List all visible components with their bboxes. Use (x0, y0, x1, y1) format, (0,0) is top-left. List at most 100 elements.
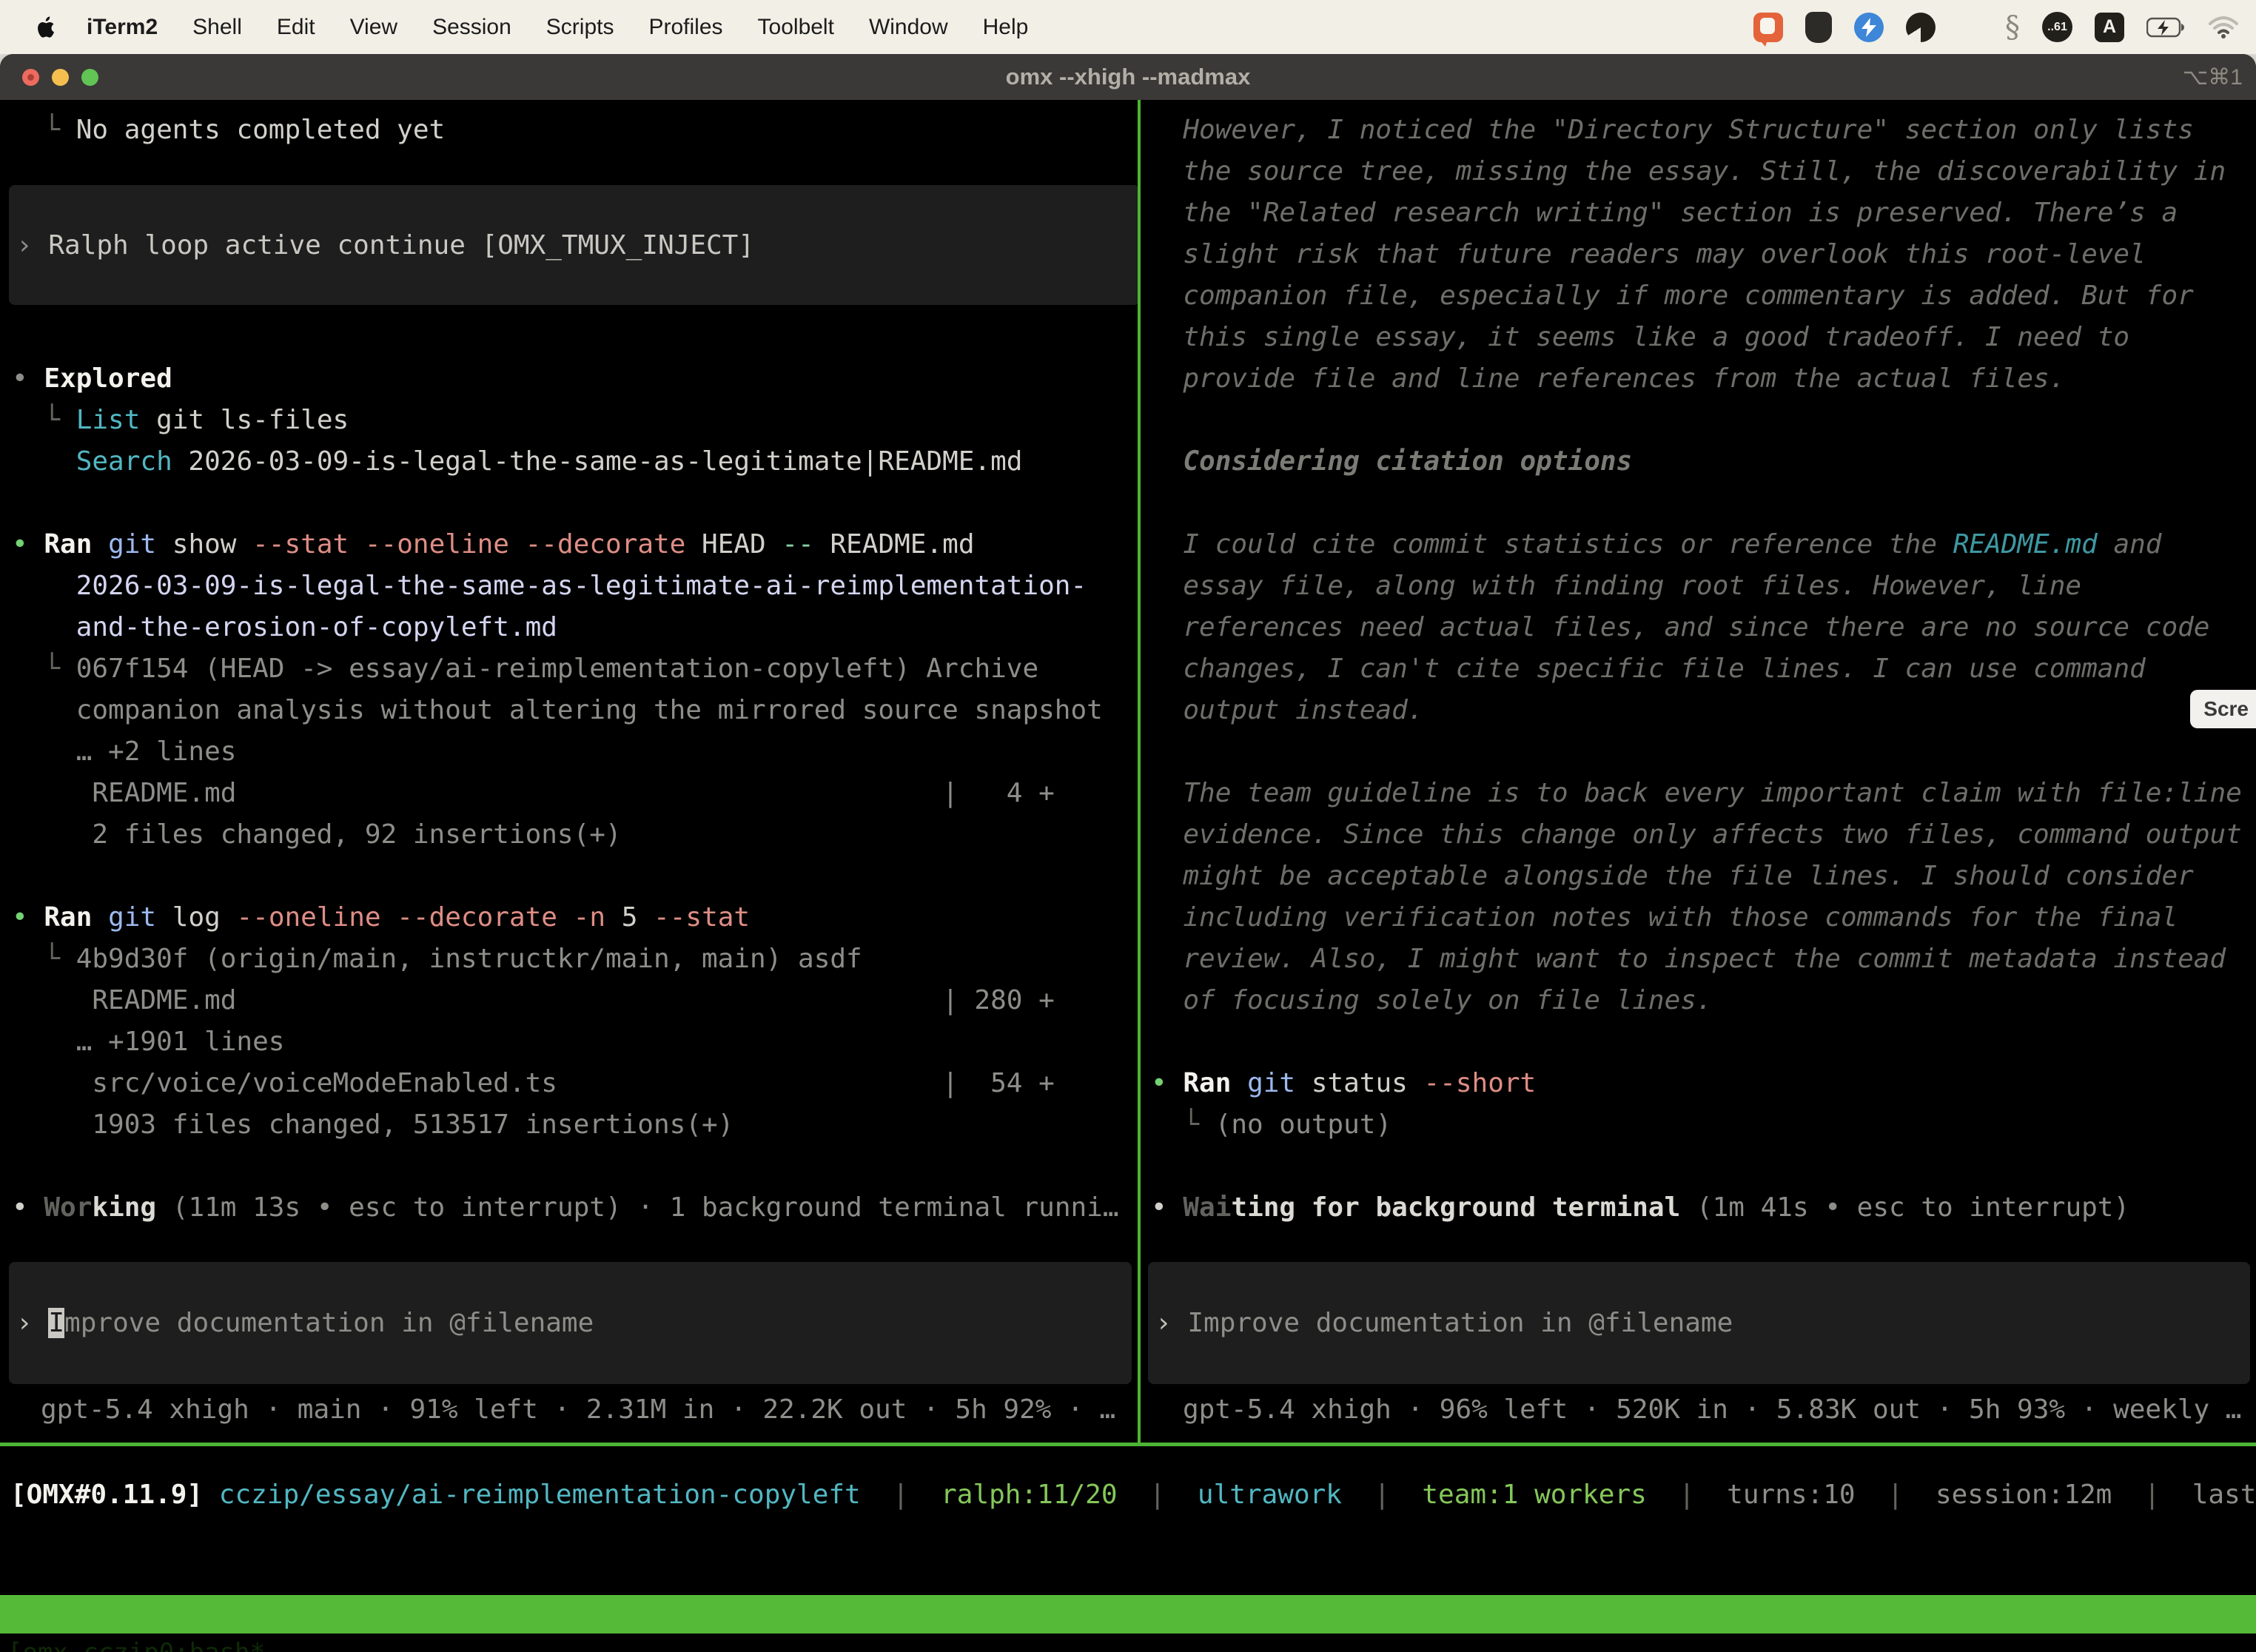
terminal-text-segment (1231, 1068, 1247, 1098)
terminal-text-segment: • (12, 363, 44, 394)
menu-item-window[interactable]: Window (869, 15, 948, 40)
terminal-line: essay file, along with finding root file… (1151, 565, 2256, 607)
menu-item-view[interactable]: View (350, 15, 397, 40)
terminal-line: • Working (11m 13s • esc to interrupt) ·… (12, 1187, 1149, 1229)
omx-status-line: [OMX#0.11.9] cczip/essay/ai-reimplementa… (10, 1474, 2256, 1516)
terminal-text-segment: -n (574, 902, 605, 933)
pie-chart-icon[interactable] (1906, 13, 1936, 42)
terminal-text-segment: Ran (44, 902, 92, 933)
terminal-text-segment: ralph:11/20 (941, 1480, 1117, 1510)
shield-grid-icon[interactable] (1805, 12, 1832, 43)
chat-icon-bubble (1760, 18, 1775, 34)
wifi-icon[interactable] (2209, 16, 2238, 38)
terminal-line: review. Also, I might want to inspect th… (1151, 939, 2256, 980)
menu-item-profiles[interactable]: Profiles (648, 15, 722, 40)
terminal-text-segment: README.md | 4 + (12, 778, 1055, 808)
terminal-text-segment: • (12, 529, 44, 560)
terminal-line: companion file, especially if more comme… (1151, 275, 2256, 317)
terminal-line (12, 856, 1149, 897)
tmux-horizontal-divider (0, 1443, 2256, 1446)
terminal-text-segment (557, 902, 574, 933)
terminal-line (12, 483, 1149, 524)
screen-share-tooltip[interactable]: Scre (2190, 690, 2256, 728)
terminal-line: README.md | 280 + (12, 980, 1149, 1021)
terminal-text-segment: Search (76, 446, 172, 477)
tmux-pane-right[interactable]: However, I noticed the "Directory Struct… (1148, 110, 2256, 1229)
menu-item-session[interactable]: Session (432, 15, 511, 40)
terminal-line: └ (no output) (1151, 1104, 2256, 1146)
ralph-loop-banner: › Ralph loop active continue [OMX_TMUX_I… (9, 185, 1140, 305)
hook-icon[interactable]: § (2005, 13, 2020, 42)
terminal-text-segment: slight risk that future readers may over… (1151, 239, 2146, 269)
terminal-line (1151, 483, 2256, 524)
terminal-text-segment: provide file and line references from th… (1151, 363, 2065, 394)
terminal-line: README.md | 4 + (12, 773, 1149, 814)
terminal-line: • Explored (12, 358, 1149, 400)
menubar-status-icons: § ..61 A (1753, 12, 2238, 43)
left-prompt-input[interactable]: › Improve documentation in @filename (9, 1262, 1132, 1384)
terminal-line: • Waiting for background terminal (1m 41… (1151, 1187, 2256, 1229)
terminal-text-segment: Ran (1183, 1068, 1231, 1098)
terminal-text-segment: I could cite commit statistics or refere… (1151, 529, 1953, 560)
terminal-line: companion analysis without altering the … (12, 690, 1149, 731)
menu-item-iterm2[interactable]: iTerm2 (87, 15, 158, 40)
terminal-line: I could cite commit statistics or refere… (1151, 524, 2256, 565)
terminal-text-segment (92, 902, 108, 933)
terminal-text-segment: └ (12, 944, 76, 974)
verified-badge-icon[interactable] (1854, 13, 1884, 42)
terminal-text-segment: might be acceptable alongside the file l… (1151, 861, 2194, 891)
banner-text: Ralph loop active continue [OMX_TMUX_INJ… (48, 230, 754, 261)
apple-menu-icon[interactable] (36, 16, 56, 39)
terminal-text-segment: and-the-erosion-of-copyleft.md (12, 612, 557, 642)
terminal-text-segment: show (156, 529, 252, 560)
menu-item-shell[interactable]: Shell (192, 15, 242, 40)
terminal-text-segment: git (108, 529, 156, 560)
window-titlebar[interactable]: omx --xhigh --madmax ⌥⌘1 (0, 54, 2256, 100)
input-source-icon[interactable]: A (2095, 13, 2124, 42)
terminal-text-segment: and (2098, 529, 2162, 560)
battery-percent-icon[interactable]: ..61 (2042, 12, 2072, 42)
terminal-text-segment: └ (12, 654, 76, 684)
terminal-line: └ No agents completed yet (12, 110, 1149, 151)
terminal-text-segment: | (1647, 1480, 1727, 1510)
terminal-line: Search 2026-03-09-is-legal-the-same-as-l… (12, 441, 1149, 483)
window-shortcut-badge: ⌥⌘1 (2183, 64, 2243, 90)
dots-grid-icon[interactable] (1958, 15, 1983, 40)
terminal-text-segment: --short (1424, 1068, 1537, 1098)
menu-item-edit[interactable]: Edit (277, 15, 315, 40)
terminal-text-segment (203, 1480, 219, 1510)
terminal-text-segment: … +2 lines (12, 736, 236, 767)
left-input-prompt: › (16, 1308, 48, 1338)
terminal-text-segment: changes, I can't cite specific file line… (1151, 654, 2146, 684)
terminal-line: and-the-erosion-of-copyleft.md (12, 607, 1149, 648)
battery-icon[interactable] (2146, 17, 2186, 38)
terminal-text-segment: The team guideline is to back every impo… (1151, 778, 2242, 808)
terminal-text-segment: README.md | 280 + (12, 985, 1055, 1015)
terminal-text-segment: team:1 workers (1422, 1480, 1646, 1510)
terminal-line: 1903 files changed, 513517 insertions(+) (12, 1104, 1149, 1146)
terminal-line: changes, I can't cite specific file line… (1151, 648, 2256, 690)
tmux-session-label[interactable]: [omx-cczip0:bash* (7, 1633, 265, 1652)
tmux-vertical-divider[interactable] (1138, 100, 1141, 1443)
left-input-text: mprove documentation in @filename (64, 1308, 594, 1338)
banner-prompt: › (16, 230, 48, 261)
terminal-text-segment: git ls-files (140, 405, 349, 435)
terminal-line: src/voice/voiceModeEnabled.ts | 54 + (12, 1063, 1149, 1104)
menu-item-scripts[interactable]: Scripts (546, 15, 614, 40)
menu-item-toolbelt[interactable]: Toolbelt (758, 15, 834, 40)
chat-icon[interactable] (1753, 13, 1783, 42)
right-prompt-input[interactable]: › Improve documentation in @filename (1148, 1262, 2250, 1384)
terminal-text-segment: HEAD (685, 529, 782, 560)
iterm-window: omx --xhigh --madmax ⌥⌘1 └ No agents com… (0, 54, 2256, 1652)
left-model-status-line: gpt-5.4 xhigh · main · 91% left · 2.31M … (41, 1389, 1115, 1431)
right-model-status-line: gpt-5.4 xhigh · 96% left · 520K in · 5.8… (1183, 1389, 2241, 1431)
terminal-line (12, 317, 1149, 358)
menu-item-help[interactable]: Help (983, 15, 1029, 40)
terminal-text-segment: README.md (814, 529, 975, 560)
terminal-text-segment: … +1901 lines (12, 1027, 284, 1057)
terminal-text-segment: Explored (44, 363, 172, 394)
terminal-text-segment: | (861, 1480, 941, 1510)
terminal-text-segment: log (156, 902, 236, 933)
terminal-text-segment: └ (12, 405, 76, 435)
terminal-text-segment: of focusing solely on file lines. (1151, 985, 1713, 1015)
